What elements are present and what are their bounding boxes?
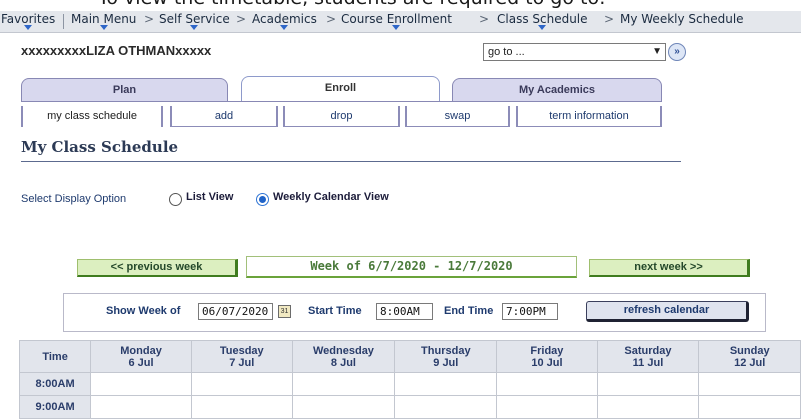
calendar-icon[interactable]: 31 bbox=[278, 305, 291, 318]
next-week-button[interactable]: next week >> bbox=[589, 259, 750, 277]
breadcrumb-separator: > bbox=[479, 12, 490, 26]
time-slot-label: 8:00AM bbox=[18, 372, 92, 396]
calendar-cell bbox=[190, 395, 293, 419]
calendar-cell bbox=[698, 395, 801, 419]
refresh-calendar-button[interactable]: refresh calendar bbox=[586, 301, 749, 322]
breadcrumb-academics[interactable]: Academics bbox=[252, 12, 317, 30]
calendar-cell bbox=[291, 372, 396, 396]
end-time-input[interactable] bbox=[502, 303, 558, 320]
breadcrumb-class-schedule[interactable]: Class Schedule bbox=[497, 12, 588, 30]
list-view-label[interactable]: List View bbox=[186, 191, 233, 203]
calendar-cell bbox=[90, 372, 192, 396]
show-week-input[interactable] bbox=[198, 303, 273, 320]
day-header-wednesday: Wednesday 8 Jul bbox=[291, 340, 396, 373]
instruction-text: To view the timetable, students are requ… bbox=[98, 0, 605, 9]
calendar-header-row: Time Monday 6 Jul Tuesday 7 Jul Wednesday 8… bbox=[18, 340, 801, 373]
dropdown-arrow-icon bbox=[24, 25, 33, 30]
breadcrumb-divider bbox=[63, 14, 64, 29]
previous-week-button[interactable]: << previous week bbox=[77, 259, 238, 277]
dropdown-arrow-icon bbox=[392, 25, 401, 30]
tab-plan[interactable]: Plan bbox=[21, 78, 228, 101]
start-time-input[interactable] bbox=[376, 303, 433, 320]
subtab-add[interactable]: add bbox=[170, 106, 278, 127]
breadcrumb: Favorites Main Menu > Self Service > Aca… bbox=[0, 11, 801, 33]
calendar-cell bbox=[394, 372, 498, 396]
goto-select-value: go to ... bbox=[488, 46, 525, 58]
time-column-header: Time bbox=[18, 340, 92, 373]
show-week-label: Show Week of bbox=[106, 305, 181, 317]
calendar-cell bbox=[291, 395, 396, 419]
student-name: xxxxxxxxxLIZA OTHMANxxxxx bbox=[21, 43, 212, 58]
day-header-friday: Friday 10 Jul bbox=[496, 340, 598, 373]
breadcrumb-separator: > bbox=[144, 12, 155, 26]
chevron-down-icon: ▼ bbox=[652, 46, 662, 57]
tab-divider bbox=[21, 101, 662, 102]
end-time-label: End Time bbox=[444, 305, 494, 317]
double-chevron-right-icon[interactable]: » bbox=[668, 43, 686, 61]
page-title: My Class Schedule bbox=[21, 138, 179, 156]
subtab-swap[interactable]: swap bbox=[405, 106, 510, 127]
breadcrumb-self-service[interactable]: Self Service bbox=[159, 12, 230, 30]
tab-my-academics[interactable]: My Academics bbox=[452, 78, 662, 101]
calendar-row: 8:00AM bbox=[18, 372, 801, 396]
calendar-cell bbox=[90, 395, 192, 419]
tab-enroll[interactable]: Enroll bbox=[241, 76, 440, 102]
list-view-radio[interactable] bbox=[169, 193, 182, 206]
breadcrumb-separator: > bbox=[236, 12, 247, 26]
breadcrumb-separator: > bbox=[326, 12, 337, 26]
title-divider bbox=[21, 161, 681, 162]
goto-select[interactable]: go to ... ▼ bbox=[483, 43, 666, 61]
calendar-cell bbox=[496, 372, 598, 396]
day-header-sunday: Sunday 12 Jul bbox=[698, 340, 801, 373]
subtab-my-class-schedule[interactable]: my class schedule bbox=[21, 106, 163, 127]
breadcrumb-favorites[interactable]: Favorites bbox=[1, 12, 55, 30]
calendar-cell bbox=[190, 372, 293, 396]
dropdown-arrow-icon bbox=[190, 25, 199, 30]
breadcrumb-course-enrollment[interactable]: Course Enrollment bbox=[341, 12, 452, 30]
calendar-cell bbox=[698, 372, 801, 396]
day-header-thursday: Thursday 9 Jul bbox=[394, 340, 498, 373]
calendar-cell bbox=[596, 395, 700, 419]
day-header-tuesday: Tuesday 7 Jul bbox=[190, 340, 293, 373]
breadcrumb-main-menu[interactable]: Main Menu bbox=[71, 12, 136, 30]
weekly-calendar-view-label[interactable]: Weekly Calendar View bbox=[273, 191, 389, 203]
calendar-cell bbox=[496, 395, 598, 419]
calendar-cell bbox=[394, 395, 498, 419]
current-week-label: Week of 6/7/2020 - 12/7/2020 bbox=[246, 256, 577, 278]
dropdown-arrow-icon bbox=[538, 25, 547, 30]
day-header-saturday: Saturday 11 Jul bbox=[596, 340, 700, 373]
dropdown-arrow-icon bbox=[280, 25, 289, 30]
subtab-drop[interactable]: drop bbox=[283, 106, 400, 127]
start-time-label: Start Time bbox=[308, 305, 362, 317]
dropdown-arrow-icon bbox=[99, 25, 108, 30]
breadcrumb-separator: > bbox=[604, 12, 615, 26]
calendar-row: 9:00AM bbox=[18, 395, 801, 419]
display-option-label: Select Display Option bbox=[21, 193, 127, 205]
weekly-calendar: Time Monday 6 Jul Tuesday 7 Jul Wednesday 8… bbox=[18, 340, 801, 419]
subtab-term-information[interactable]: term information bbox=[516, 106, 662, 127]
time-slot-label: 9:00AM bbox=[18, 395, 92, 419]
day-header-monday: Monday 6 Jul bbox=[90, 340, 192, 373]
calendar-cell bbox=[596, 372, 700, 396]
weekly-calendar-view-radio[interactable] bbox=[256, 193, 269, 206]
breadcrumb-my-weekly-schedule[interactable]: My Weekly Schedule bbox=[620, 12, 744, 26]
